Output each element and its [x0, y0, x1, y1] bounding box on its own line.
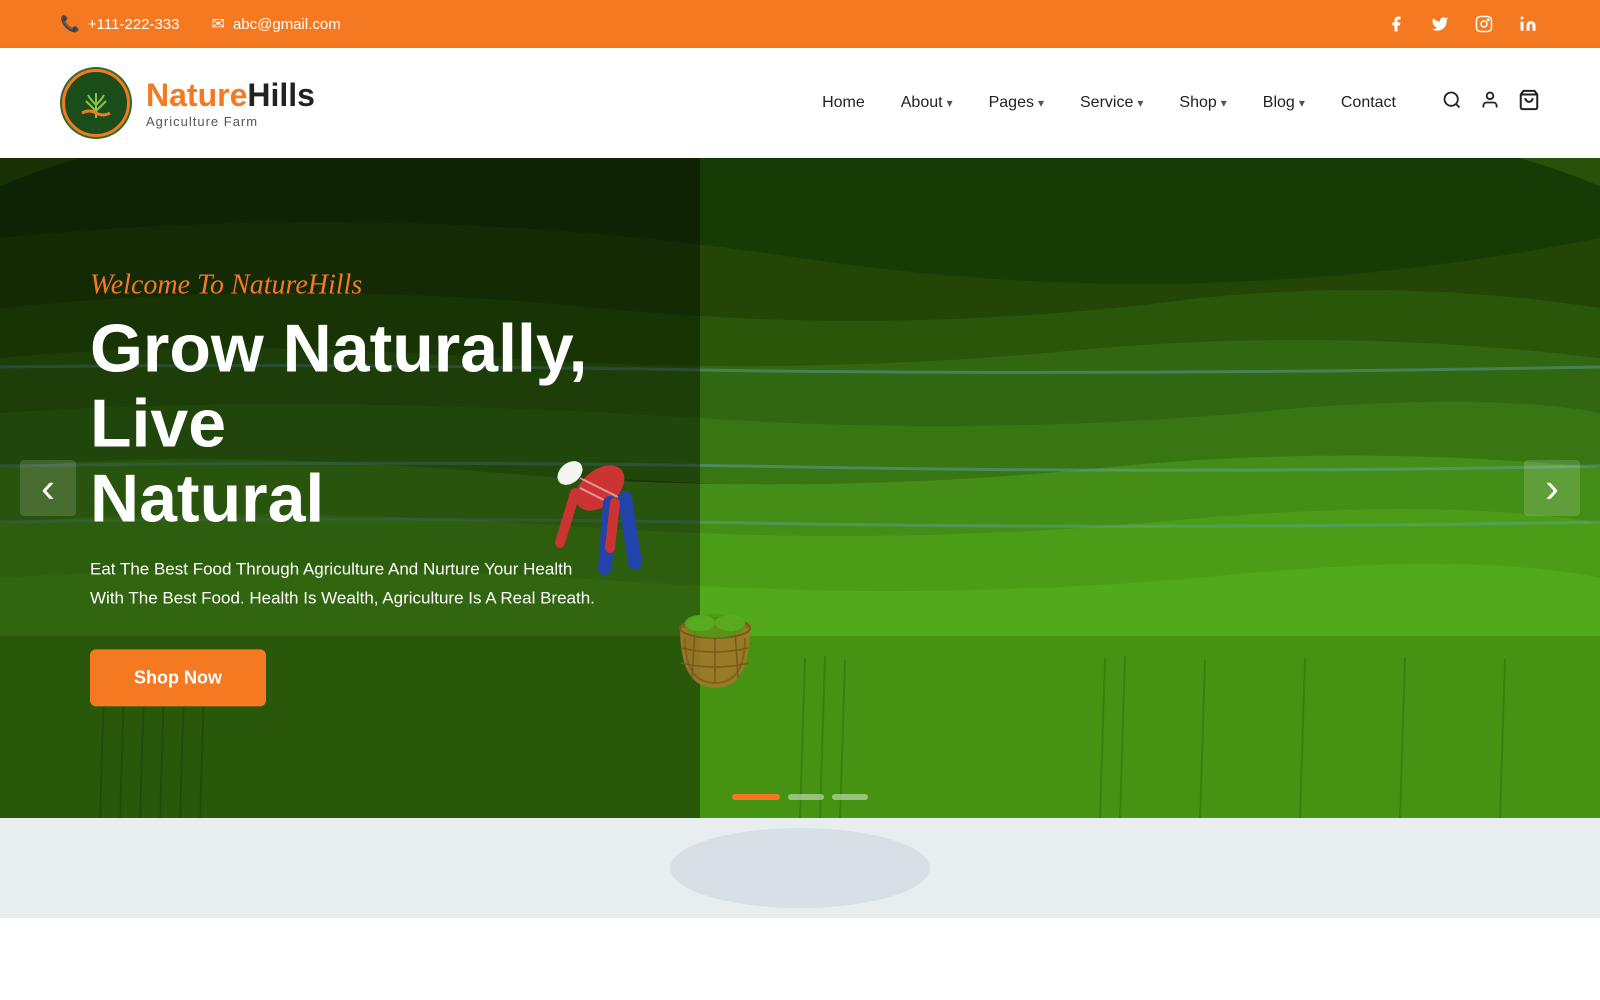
right-chevron-icon: › — [1545, 467, 1559, 509]
facebook-icon[interactable] — [1384, 12, 1408, 36]
nav-about[interactable]: About ▾ — [901, 94, 953, 112]
hero-dot-3[interactable] — [832, 794, 868, 800]
top-bar: 📞 +111-222-333 ✉ abc@gmail.com — [0, 0, 1600, 48]
hero-section: ‹ Welcome To NatureHills Grow Naturally,… — [0, 158, 1600, 818]
logo-name: NatureHills — [146, 77, 315, 114]
hero-welcome-text: Welcome To NatureHills — [90, 269, 670, 301]
nav-home[interactable]: Home — [822, 94, 865, 112]
hero-prev-button[interactable]: ‹ — [20, 460, 76, 516]
hero-title: Grow Naturally, Live Natural — [90, 311, 670, 535]
logo-nature: Nature — [146, 77, 247, 113]
nav-utility-icons — [1442, 89, 1540, 117]
cart-icon[interactable] — [1518, 89, 1540, 117]
social-links — [1384, 12, 1540, 36]
hero-dot-2[interactable] — [788, 794, 824, 800]
hero-next-button[interactable]: › — [1524, 460, 1580, 516]
hero-content: Welcome To NatureHills Grow Naturally, L… — [90, 269, 670, 706]
nav-blog-label: Blog — [1263, 94, 1295, 112]
nav-shop[interactable]: Shop ▾ — [1179, 94, 1226, 112]
hero-title-line1: Grow Naturally, Live — [90, 310, 588, 461]
nav-pages-label: Pages — [989, 94, 1034, 112]
nav-blog[interactable]: Blog ▾ — [1263, 94, 1305, 112]
logo-circle — [60, 67, 132, 139]
phone-contact: 📞 +111-222-333 — [60, 14, 180, 34]
nav-shop-label: Shop — [1179, 94, 1216, 112]
email-icon: ✉ — [212, 14, 225, 34]
nav-contact-label: Contact — [1341, 94, 1396, 112]
left-chevron-icon: ‹ — [41, 467, 55, 509]
linkedin-icon[interactable] — [1516, 12, 1540, 36]
service-dropdown-arrow: ▾ — [1137, 96, 1143, 110]
hero-dots — [732, 794, 868, 800]
nav-about-label: About — [901, 94, 943, 112]
about-dropdown-arrow: ▾ — [947, 96, 953, 110]
shop-dropdown-arrow: ▾ — [1221, 96, 1227, 110]
nav-contact[interactable]: Contact — [1341, 94, 1396, 112]
top-bar-contacts: 📞 +111-222-333 ✉ abc@gmail.com — [60, 14, 341, 34]
hero-dot-1[interactable] — [732, 794, 780, 800]
search-icon[interactable] — [1442, 90, 1462, 116]
nav-home-label: Home — [822, 94, 865, 112]
instagram-icon[interactable] — [1472, 12, 1496, 36]
email-contact: ✉ abc@gmail.com — [212, 14, 341, 34]
phone-number: +111-222-333 — [88, 16, 180, 33]
hero-title-line2: Natural — [90, 460, 324, 536]
twitter-icon[interactable] — [1428, 12, 1452, 36]
phone-icon: 📞 — [60, 14, 80, 34]
email-address: abc@gmail.com — [233, 16, 341, 33]
shop-now-button[interactable]: Shop Now — [90, 650, 266, 707]
user-icon[interactable] — [1480, 90, 1500, 116]
pages-dropdown-arrow: ▾ — [1038, 96, 1044, 110]
main-nav: Home About ▾ Pages ▾ Service ▾ Shop ▾ Bl… — [822, 89, 1540, 117]
logo-subtitle: Agriculture Farm — [146, 114, 315, 129]
bottom-strip — [0, 818, 1600, 918]
logo-text: NatureHills Agriculture Farm — [146, 77, 315, 129]
bottom-decorative-oval — [670, 828, 930, 908]
nav-service[interactable]: Service ▾ — [1080, 94, 1143, 112]
nav-service-label: Service — [1080, 94, 1133, 112]
hero-description: Eat The Best Food Through Agriculture An… — [90, 556, 610, 614]
logo-hills: Hills — [247, 77, 315, 113]
logo-circle-inner — [62, 69, 130, 137]
header: NatureHills Agriculture Farm Home About … — [0, 48, 1600, 158]
blog-dropdown-arrow: ▾ — [1299, 96, 1305, 110]
logo: NatureHills Agriculture Farm — [60, 67, 315, 139]
nav-pages[interactable]: Pages ▾ — [989, 94, 1044, 112]
